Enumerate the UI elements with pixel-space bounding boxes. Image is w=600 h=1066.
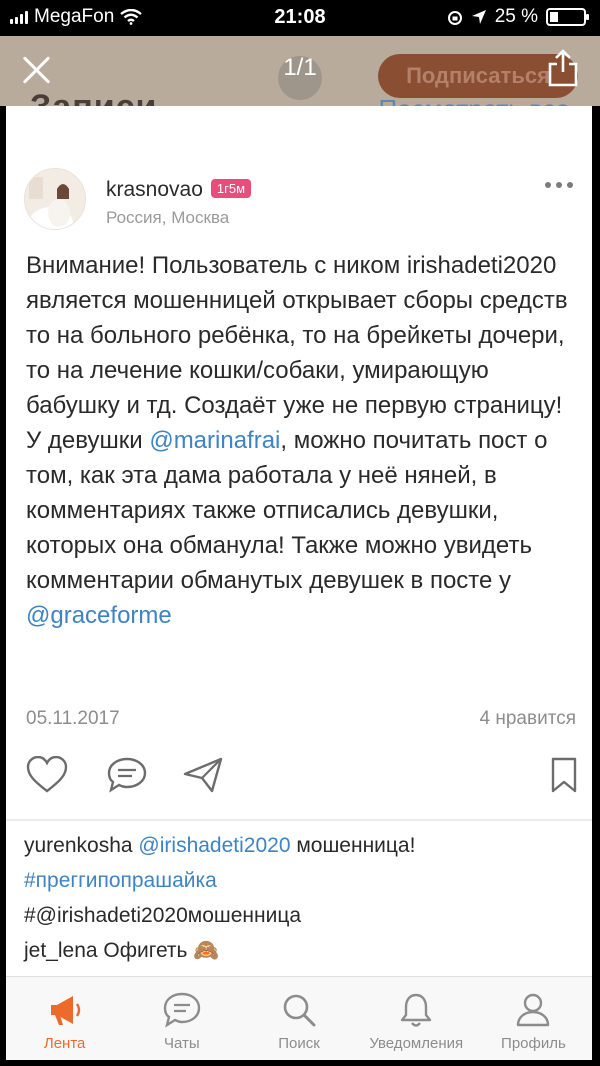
comment-text: Офигеть 🙈 <box>97 939 220 962</box>
comment-hashtag-text: #@irishadeti2020мошенница <box>24 904 302 927</box>
tab-profile[interactable]: Профиль <box>475 977 592 1060</box>
tab-label: Профиль <box>501 1035 566 1052</box>
screen: MegaFon 21:08 25 % Записи <box>0 0 600 1066</box>
post-meta: 05.11.2017 4 нравится <box>26 708 576 730</box>
comment-icon[interactable] <box>106 756 148 794</box>
tab-label: Поиск <box>278 1035 320 1052</box>
avatar[interactable] <box>24 168 86 230</box>
likes-count[interactable]: 4 нравится <box>480 708 576 730</box>
search-icon <box>283 994 316 1027</box>
post-text: Внимание! Пользователь с ником irishadet… <box>26 248 581 633</box>
post-header: krasnovao 1г5м Россия, Москва <box>24 168 579 238</box>
tab-label: Чаты <box>163 1035 200 1052</box>
comment-username[interactable]: jet_lena <box>24 939 98 962</box>
account-age-badge: 1г5м <box>210 179 252 198</box>
comment-text: мошенница! <box>290 834 416 857</box>
battery-percent: 25 % <box>494 6 538 27</box>
bottom-tab-bar: Лента Чаты Поиск Уведомления Профиль <box>6 976 592 1060</box>
battery-level <box>550 12 558 22</box>
battery-icon <box>546 8 589 26</box>
tab-label: Лента <box>43 1035 86 1052</box>
heart-icon[interactable] <box>26 756 68 794</box>
divider <box>6 819 592 821</box>
comment-item-partial: kseniy21 Ох... Боже мой... <box>24 968 584 976</box>
tab-search[interactable]: Поиск <box>240 977 357 1060</box>
post-text-part-1: Внимание! Пользователь с ником irishadet… <box>26 252 568 454</box>
profile-icon <box>517 993 550 1027</box>
location-arrow-icon <box>471 10 486 24</box>
status-bar: MegaFon 21:08 25 % <box>0 0 600 36</box>
chat-bubble-icon <box>163 992 200 1028</box>
bell-icon <box>401 993 432 1027</box>
mention-link[interactable]: @marinafrai <box>149 427 280 454</box>
share-icon[interactable] <box>546 48 580 88</box>
comment-username[interactable]: yurenkosha <box>24 834 133 857</box>
bookmark-icon[interactable] <box>550 756 578 794</box>
comment-item: jet_lena Офигеть 🙈 <box>24 933 584 968</box>
comments-list: yurenkosha @irishadeti2020 мошенница! #п… <box>24 828 584 976</box>
send-icon[interactable] <box>182 756 224 794</box>
username-text: krasnovao <box>106 178 203 201</box>
mention-link[interactable]: @graceforme <box>26 602 172 629</box>
location: Россия, Москва <box>106 208 230 227</box>
tab-notifications[interactable]: Уведомления <box>358 977 475 1060</box>
megaphone-icon <box>50 996 80 1025</box>
comment-item: yurenkosha @irishadeti2020 мошенница! #п… <box>24 828 584 933</box>
tab-feed[interactable]: Лента <box>6 977 123 1060</box>
comment-hashtag[interactable]: #преггипопрашайка <box>24 869 217 892</box>
comment-mention[interactable]: @irishadeti2020 <box>138 834 290 857</box>
records-heading-background: Записи <box>30 88 157 106</box>
status-right: 25 % <box>447 6 589 28</box>
tab-label: Уведомления <box>369 1035 464 1052</box>
page-counter: 1/1 <box>283 54 317 81</box>
more-options-button[interactable] <box>545 182 573 188</box>
post-date: 05.11.2017 <box>26 708 120 729</box>
avatar-photo <box>25 169 85 229</box>
post-actions <box>26 756 578 796</box>
post-card: krasnovao 1г5м Россия, Москва Внимание! П… <box>6 106 592 976</box>
tab-chats[interactable]: Чаты <box>123 977 240 1060</box>
viewer-top-bar: Записи Посмотреть все Подписаться 1/1 <box>0 36 600 106</box>
orientation-lock-icon <box>447 11 462 25</box>
username[interactable]: krasnovao 1г5м <box>106 178 252 202</box>
